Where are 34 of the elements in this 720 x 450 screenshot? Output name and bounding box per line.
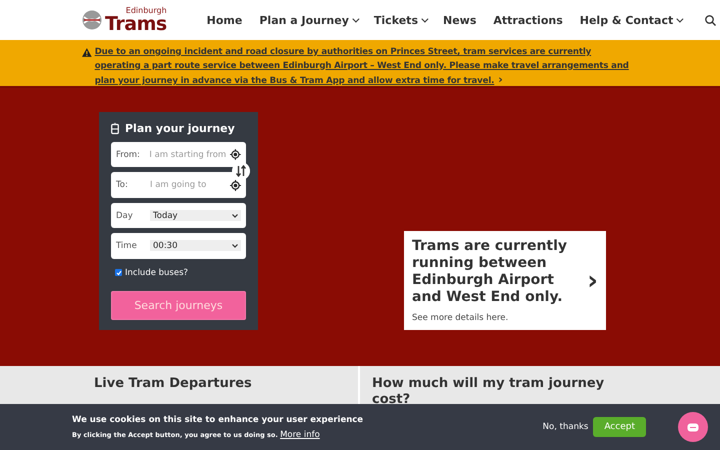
chevron-icon: › bbox=[587, 266, 598, 296]
chevron-icon: › bbox=[498, 73, 503, 86]
select-field[interactable]: Time 00:30 bbox=[111, 233, 246, 259]
section-heading: How much will my tram journey cost? bbox=[372, 376, 606, 408]
checkbox-label[interactable]: Include buses? bbox=[125, 268, 188, 278]
location-field[interactable]: To: I am going to bbox=[111, 172, 246, 198]
checkbox[interactable] bbox=[115, 269, 122, 276]
nav-link[interactable]: Tickets bbox=[374, 14, 426, 26]
section-heading: Live Tram Departures bbox=[94, 376, 253, 392]
logo-subtitle: Edinburgh bbox=[126, 6, 167, 14]
chat-icon bbox=[687, 422, 699, 432]
select-field[interactable]: Day Today bbox=[111, 202, 246, 228]
cookie-title: We use cookies on this site to enhance your user experience bbox=[72, 414, 364, 424]
nav-link[interactable]: Home bbox=[206, 14, 242, 26]
decline-link[interactable]: No, thanks bbox=[542, 422, 588, 432]
tram-icon bbox=[111, 122, 119, 134]
notice-card[interactable]: Trams are currently running between Edinburgh Airport and West End only. See more details here. › bbox=[404, 231, 606, 330]
logo-icon bbox=[82, 10, 102, 30]
more-info-link[interactable]: More info bbox=[280, 430, 320, 440]
logo-text: Trams bbox=[105, 14, 167, 34]
notice-heading: Trams are currently running between Edinburgh Airport and West End only. bbox=[412, 238, 568, 306]
nav-link[interactable]: Plan a Journey bbox=[259, 14, 357, 26]
nav-link[interactable]: Help & Contact bbox=[580, 14, 682, 26]
warning-icon bbox=[82, 48, 92, 57]
swap-icon[interactable] bbox=[232, 162, 250, 180]
chat-button[interactable] bbox=[678, 412, 708, 442]
location-target-icon[interactable] bbox=[230, 180, 241, 191]
location-field[interactable]: From: I am starting from bbox=[111, 142, 246, 168]
location-target-icon[interactable] bbox=[230, 149, 241, 160]
details-link[interactable]: See more details here. bbox=[412, 313, 588, 323]
search-icon[interactable] bbox=[705, 14, 716, 26]
nav-link[interactable]: Attractions bbox=[493, 14, 563, 26]
panel-title: Plan your journey bbox=[125, 122, 235, 135]
nav-link[interactable]: News bbox=[443, 14, 476, 26]
